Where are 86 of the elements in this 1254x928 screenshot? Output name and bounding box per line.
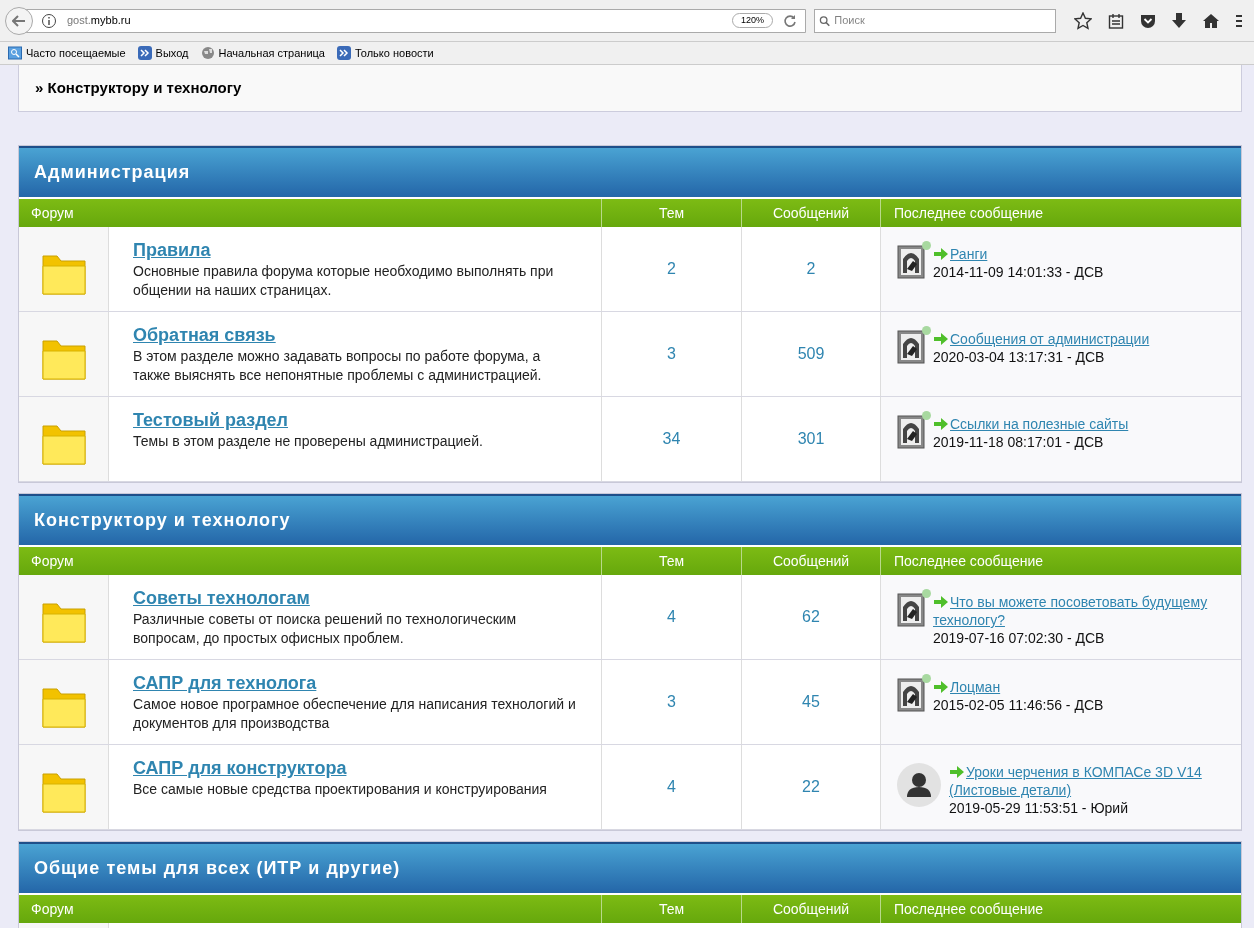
avatar-picture-icon xyxy=(897,415,925,449)
address-bar[interactable]: gost.mybb.ru 120% xyxy=(6,8,806,33)
topics-count: 4 xyxy=(667,777,676,797)
back-arrow-icon xyxy=(12,14,26,27)
back-button[interactable] xyxy=(5,6,33,35)
posts-count: 62 xyxy=(802,607,820,627)
column-header: Сообщений xyxy=(772,203,850,223)
reading-list-icon[interactable] xyxy=(1108,12,1124,29)
download-icon[interactable] xyxy=(1172,12,1186,29)
forum-description: Все самые новые средства проектирования и конструирования xyxy=(133,780,547,799)
category-title: Администрация xyxy=(34,161,191,184)
arrow-icon xyxy=(933,418,948,430)
breadcrumb-text: » Конструктору и технологу xyxy=(35,77,242,98)
column-header: Тем xyxy=(658,551,685,571)
category-title: Конструктору и технологу xyxy=(34,509,291,532)
arrow-icon xyxy=(933,681,948,693)
last-post-link[interactable]: Ссылки на полезные сайты xyxy=(933,415,1129,433)
column-header: Форум xyxy=(31,203,74,223)
forum-title-link[interactable]: Тестовый раздел xyxy=(133,409,288,431)
forum-title-link[interactable]: Правила xyxy=(133,239,211,261)
arrow-icon xyxy=(933,248,948,260)
column-header: Форум xyxy=(31,551,74,571)
arrow-icon xyxy=(933,333,948,345)
info-icon[interactable] xyxy=(41,12,57,29)
menu-icon[interactable] xyxy=(1236,12,1242,29)
pocket-icon[interactable] xyxy=(1140,12,1156,29)
last-post-meta: 2019-05-29 11:53:51 - Юрий xyxy=(949,799,1129,817)
column-header: Тем xyxy=(658,899,685,919)
category-title: Общие темы для всех (ИТР и другие) xyxy=(34,857,401,880)
forum-description: В этом разделе можно задавать вопросы по работе форума, а также выяснять все непонятные проблемы с администрацией. xyxy=(133,347,543,385)
last-post-meta: 2015-02-05 11:46:56 - ДСВ xyxy=(933,696,1104,714)
forum-title-link[interactable]: САПР для конструктора xyxy=(133,757,347,779)
url-text[interactable]: gost.mybb.ru xyxy=(67,12,131,29)
forum-description: Различные советы от поиска решений по технологическим вопросам, до простых офисных проблем. xyxy=(133,610,518,648)
avatar-picture-icon xyxy=(897,330,925,364)
last-post-link[interactable]: Ранги xyxy=(933,245,1104,263)
reload-icon[interactable] xyxy=(783,13,797,28)
forum-description: Темы в этом разделе не проверены администрацией. xyxy=(133,432,483,451)
posts-count: 301 xyxy=(797,429,825,449)
bookmark-folder-icon xyxy=(8,46,22,60)
posts-count: 509 xyxy=(797,344,825,364)
bookmark-link[interactable]: Выход xyxy=(137,44,189,62)
last-post-link[interactable]: Уроки черчения в КОМПАСе 3D V14 (Листовые детали) xyxy=(949,763,1231,799)
forum-title-link[interactable]: Обратная связь xyxy=(133,324,276,346)
globe-icon xyxy=(200,46,215,60)
last-post-meta: 2019-11-18 08:17:01 - ДСВ xyxy=(933,433,1105,451)
last-post-link[interactable]: Что вы можете посоветовать будущему технологу? xyxy=(933,593,1231,629)
bookmark-link[interactable]: Начальная страница xyxy=(200,44,325,62)
topics-count: 3 xyxy=(667,692,676,712)
last-post-meta: 2019-07-16 07:02:30 - ДСВ xyxy=(933,629,1106,647)
home-icon[interactable] xyxy=(1202,12,1220,29)
forum-description: Самое новое програмное обеспечение для написания технологий и документов для производства xyxy=(133,695,577,733)
last-post-link[interactable]: Лоцман xyxy=(933,678,1104,696)
bookmark-link[interactable]: Только новости xyxy=(336,44,434,62)
column-header: Последнее сообщение xyxy=(894,551,1044,571)
column-header: Тем xyxy=(658,203,685,223)
bookmark-link[interactable]: Часто посещаемые xyxy=(8,44,126,62)
column-header: Форум xyxy=(31,899,74,919)
last-post-meta: 2020-03-04 13:17:31 - ДСВ xyxy=(933,348,1106,366)
topics-count: 34 xyxy=(662,429,681,449)
last-post-meta: 2014-11-09 14:01:33 - ДСВ xyxy=(933,263,1104,281)
star-icon[interactable] xyxy=(1074,11,1092,30)
arrow-icon xyxy=(933,596,948,608)
topics-count: 3 xyxy=(667,344,676,364)
forum-title-link[interactable]: Советы технологам xyxy=(133,587,310,609)
double-arrow-icon xyxy=(336,46,351,60)
last-post-link[interactable]: Сообщения от администрации xyxy=(933,330,1150,348)
avatar-picture-icon xyxy=(897,593,925,627)
topics-count: 4 xyxy=(667,607,676,627)
column-header: Сообщений xyxy=(772,899,850,919)
forum-title-link[interactable]: САПР для технолога xyxy=(133,672,317,694)
column-header: Сообщений xyxy=(772,551,850,571)
search-icon xyxy=(819,14,831,27)
posts-count: 45 xyxy=(802,692,820,712)
avatar-picture-icon xyxy=(897,678,925,712)
posts-count: 2 xyxy=(806,259,816,279)
column-header: Последнее сообщение xyxy=(894,899,1044,919)
avatar-picture-icon xyxy=(897,245,925,279)
forum-description: Основные правила форума которые необходимо выполнять при общении на наших страницах. xyxy=(133,262,555,300)
arrow-icon xyxy=(949,766,964,778)
double-arrow-icon xyxy=(137,46,152,60)
search-field[interactable]: Поиск xyxy=(814,8,1056,33)
posts-count: 22 xyxy=(802,777,820,797)
search-input[interactable]: Поиск xyxy=(834,12,1051,29)
topics-count: 2 xyxy=(667,259,676,279)
column-header: Последнее сообщение xyxy=(894,203,1044,223)
